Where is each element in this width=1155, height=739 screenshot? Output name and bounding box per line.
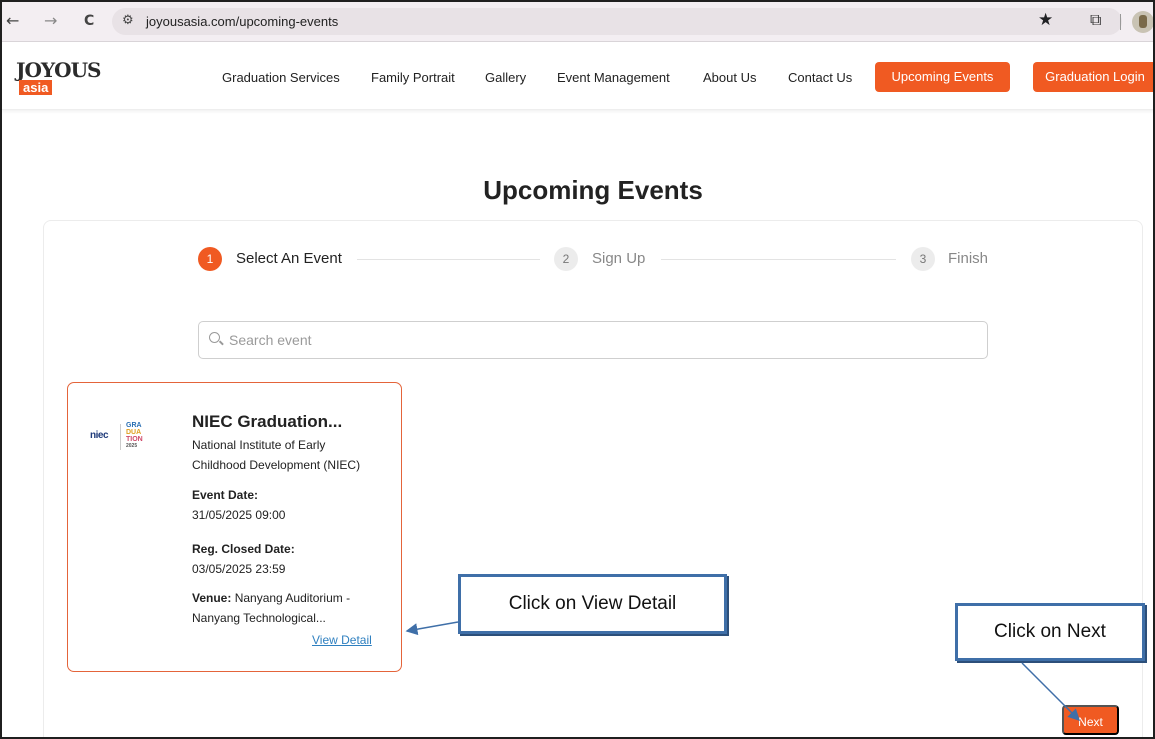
graduation-login-button[interactable]: Graduation Login (1033, 62, 1153, 92)
profile-avatar-icon[interactable] (1132, 11, 1153, 33)
logo-divider (120, 424, 121, 450)
logo-subtext: asia (19, 80, 53, 95)
nav-event-management[interactable]: Event Management (557, 70, 670, 85)
step-3-label: Finish (948, 250, 989, 267)
niec-logo-text: niec (90, 430, 109, 441)
event-organizer-line2: Childhood Development (NIEC) (192, 458, 361, 472)
event-venue-line2: Nanyang Technological... (192, 611, 326, 625)
address-bar[interactable]: ⚙ joyousasia.com/upcoming-events (112, 8, 1122, 35)
event-date-value: 31/05/2025 09:00 (192, 508, 286, 522)
step-3-circle: 3 (911, 247, 935, 271)
site-header: JOYOUS asia Graduation Services Family P… (2, 42, 1153, 110)
nav-family-portrait[interactable]: Family Portrait (371, 70, 455, 85)
step-1-circle: 1 (198, 247, 222, 271)
forward-icon[interactable]: → (44, 12, 57, 30)
step-2-circle: 2 (554, 247, 578, 271)
view-detail-callout: Click on View Detail (458, 574, 727, 634)
back-icon[interactable]: ← (6, 12, 19, 30)
toolbar-divider (1120, 14, 1121, 30)
joyous-asia-logo[interactable]: JOYOUS asia (16, 58, 101, 98)
event-venue-line1: Venue: Nanyang Auditorium - (192, 591, 350, 605)
venue-label: Venue: (192, 591, 232, 605)
step-1-label: Select An Event (236, 250, 342, 267)
page-title: Upcoming Events (483, 175, 703, 205)
nav-graduation-services[interactable]: Graduation Services (222, 70, 340, 85)
graduation-logo-line: DUA (126, 429, 142, 436)
view-detail-link[interactable]: View Detail (312, 633, 372, 647)
graduation-logo-line: GRA (126, 422, 142, 429)
graduation-logo-line: TION (126, 436, 143, 443)
url-text[interactable]: joyousasia.com/upcoming-events (146, 14, 338, 29)
event-logo: niec GRA DUA TION 2025 (90, 420, 160, 454)
step-connector-2 (661, 259, 896, 260)
graduation-logo-line: 2025 (126, 443, 138, 449)
event-title: NIEC Graduation... (192, 412, 343, 431)
venue-value: Nanyang Auditorium - (231, 591, 351, 605)
event-organizer-line1: National Institute of Early (192, 438, 326, 452)
site-info-icon[interactable]: ⚙ (122, 13, 134, 28)
search-input[interactable] (229, 330, 969, 350)
reg-closed-value: 03/05/2025 23:59 (192, 562, 286, 576)
browser-toolbar: ← → C ⚙ joyousasia.com/upcoming-events ★… (2, 2, 1153, 42)
next-button[interactable]: Next (1062, 705, 1119, 735)
bookmark-star-icon[interactable]: ★ (1038, 10, 1053, 30)
upcoming-events-button[interactable]: Upcoming Events (875, 62, 1010, 92)
next-callout: Click on Next (955, 603, 1145, 661)
reload-icon[interactable]: C (84, 12, 94, 30)
event-date-label: Event Date: (192, 488, 259, 502)
logo-wordmark: JOYOUS (16, 58, 101, 82)
nav-contact-us[interactable]: Contact Us (788, 70, 852, 85)
step-2-label: Sign Up (592, 250, 646, 267)
search-icon (209, 332, 220, 343)
reg-closed-label: Reg. Closed Date: (192, 542, 295, 556)
nav-gallery[interactable]: Gallery (485, 70, 526, 85)
screenshot-frame: ← → C ⚙ joyousasia.com/upcoming-events ★… (0, 0, 1155, 739)
extensions-icon[interactable]: ⧉ (1090, 10, 1101, 30)
graduation-logo: GRA DUA TION 2025 (126, 422, 143, 450)
nav-about-us[interactable]: About Us (703, 70, 756, 85)
step-connector-1 (357, 259, 540, 260)
search-box (198, 321, 988, 359)
